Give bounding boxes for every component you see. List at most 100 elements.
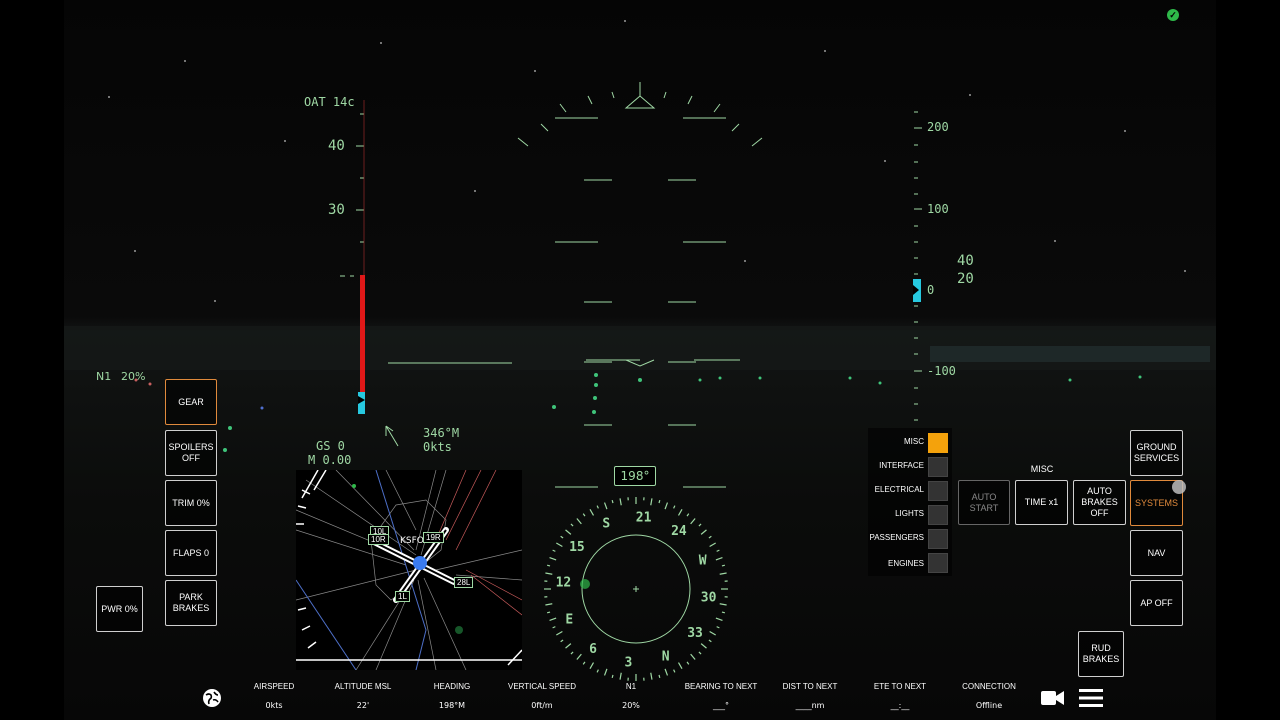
systems-toggle-misc[interactable] (928, 433, 948, 453)
gear-button[interactable]: GEAR (165, 379, 217, 425)
map-graphics (296, 470, 522, 670)
bottom-vertical-speed-label: VERTICAL SPEED (507, 682, 577, 691)
globe-icon[interactable] (203, 689, 221, 707)
touch-indicator-icon (1172, 480, 1186, 494)
star (884, 160, 886, 162)
compass-rose: S 21 24 W 30 33 N 3 6 E 12 15 (544, 497, 728, 681)
star (134, 250, 136, 252)
compass-label: 3 (624, 656, 632, 671)
star (108, 96, 110, 98)
ground-speed-readout: GS 0 (316, 439, 345, 453)
map-airport-label: KSFO (400, 536, 424, 546)
systems-item-electrical[interactable]: ELECTRICAL (864, 485, 924, 494)
systems-item-passengers[interactable]: PASSENGERS (864, 533, 924, 542)
compass-tick (552, 549, 556, 552)
autopilot-button[interactable]: AP OFF (1130, 580, 1183, 626)
heading-readout: 198° (620, 469, 650, 483)
compass-tick (546, 564, 551, 567)
compass-tick (576, 653, 582, 660)
trim-button[interactable]: TRIM 0% (165, 480, 217, 526)
systems-toggle-engines[interactable] (928, 553, 948, 573)
n1-label: N1 (96, 370, 112, 383)
compass-label: 12 (556, 575, 572, 590)
systems-toggle-passengers[interactable] (928, 529, 948, 549)
misc-panel-title: MISC (1030, 464, 1054, 474)
systems-toggle-electrical[interactable] (928, 481, 948, 501)
star (744, 260, 746, 262)
compass-tick (565, 643, 572, 649)
systems-toggle-interface[interactable] (928, 457, 948, 477)
compass-tick (721, 611, 726, 614)
systems-item-misc[interactable]: MISC (864, 437, 924, 446)
compass-label: 6 (589, 642, 597, 657)
compass-tick (708, 639, 712, 643)
bottom-connection-label: CONNECTION (962, 682, 1016, 691)
time-multiplier-button[interactable]: TIME x1 (1015, 480, 1068, 525)
bottom-heading-label: HEADING (433, 682, 471, 691)
bottom-altitude-value: 22' (356, 701, 370, 710)
altitude-tick-label: -100 (927, 364, 956, 378)
compass-tick (582, 513, 586, 517)
compass-label: W (699, 553, 707, 568)
compass-label: S (602, 516, 610, 531)
systems-item-lights[interactable]: LIGHTS (864, 509, 924, 518)
compass-tick (546, 611, 551, 614)
compass-tick (698, 523, 702, 527)
runway-label: 1L (395, 591, 410, 602)
menu-icon[interactable] (1079, 688, 1103, 708)
altitude-tick-label: 200 (927, 120, 949, 134)
spoilers-button[interactable]: SPOILERS OFF (165, 430, 217, 476)
compass-tick (719, 572, 727, 575)
star (214, 300, 216, 302)
heading-readout-box: 198° (614, 466, 656, 486)
compass-tick (552, 626, 556, 629)
compass-label: E (565, 613, 573, 628)
compass-tick (677, 509, 683, 516)
moving-map[interactable]: KSFO 10L 10R 19R 28L 1L (296, 470, 522, 670)
compass-label: 21 (636, 510, 652, 525)
bottom-n1-label: N1 (625, 682, 637, 691)
bottom-distance-value: ____nm (795, 701, 825, 710)
compass-tick (664, 668, 669, 676)
compass-tick (658, 499, 661, 504)
star (969, 94, 971, 96)
connection-check-icon[interactable]: ✓ (1167, 9, 1179, 21)
compass-tick (716, 626, 720, 629)
flaps-button[interactable]: FLAPS 0 (165, 530, 217, 576)
park-brakes-button[interactable]: PARK BRAKES (165, 580, 217, 626)
compass-tick (658, 674, 661, 679)
compass-tick (715, 617, 723, 622)
compass-tick (619, 498, 622, 506)
mach-readout: M 0.00 (308, 453, 352, 467)
ground-services-button[interactable]: GROUND SERVICES (1130, 430, 1183, 476)
compass-tick (721, 564, 726, 567)
compass-tick (650, 672, 653, 680)
wind-direction: 346°M (423, 426, 460, 440)
compass-tick (603, 668, 608, 676)
systems-item-engines[interactable]: ENGINES (864, 559, 924, 568)
compass-tick (719, 603, 727, 606)
compass-tick (596, 505, 599, 509)
camera-icon[interactable] (1041, 690, 1065, 706)
power-button[interactable]: PWR 0% (96, 586, 143, 632)
compass-tick (673, 669, 676, 673)
bottom-vertical-speed-value: 0ft/m (531, 701, 553, 710)
compass-label: 15 (569, 540, 585, 555)
nav-button[interactable]: NAV (1130, 530, 1183, 576)
runway-label: 19R (423, 532, 444, 543)
systems-item-interface[interactable]: INTERFACE (864, 461, 924, 470)
auto-start-button[interactable]: AUTO START (958, 480, 1010, 525)
compass-tick (700, 529, 707, 535)
star (284, 140, 286, 142)
compass-tick (565, 529, 572, 535)
runway-label: 10R (368, 534, 389, 545)
compass-tick (596, 669, 599, 673)
bottom-ete-value: __:__ (890, 701, 910, 710)
systems-toggle-lights[interactable] (928, 505, 948, 525)
compass-tick (619, 672, 622, 680)
auto-brakes-button[interactable]: AUTO BRAKES OFF (1073, 480, 1126, 525)
compass-tick (545, 603, 553, 606)
speed-tick-label: 40 (328, 138, 345, 154)
rudder-brakes-button[interactable]: RUD BRAKES (1078, 631, 1124, 677)
star (184, 60, 186, 62)
